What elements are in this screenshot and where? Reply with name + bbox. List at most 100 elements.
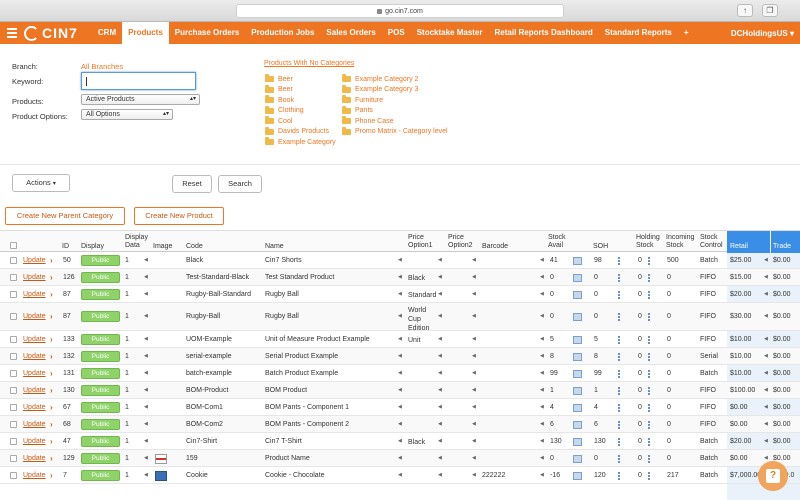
nav-item[interactable]: Production Jobs: [245, 22, 320, 44]
expand-chevron-icon[interactable]: ›: [50, 312, 53, 321]
col-barcode[interactable]: Barcode: [482, 243, 508, 251]
nav-item[interactable]: Stocktake Master: [411, 22, 489, 44]
select-all-checkbox[interactable]: [10, 242, 17, 249]
row-checkbox[interactable]: [10, 370, 17, 377]
stock-detail-icon[interactable]: [573, 257, 582, 265]
nav-item[interactable]: Retail Reports Dashboard: [489, 22, 599, 44]
address-bar[interactable]: go.cin7.com: [236, 4, 564, 18]
update-link[interactable]: Update: [23, 353, 46, 360]
category-link[interactable]: Example Category: [265, 137, 336, 148]
account-menu[interactable]: DCHoldingsUS ▾: [731, 29, 800, 38]
row-checkbox[interactable]: [10, 313, 17, 320]
stock-detail-icon[interactable]: [573, 438, 582, 446]
row-checkbox[interactable]: [10, 291, 17, 298]
col-name[interactable]: Name: [265, 243, 284, 251]
category-link[interactable]: Beer: [265, 74, 336, 85]
holding-list-icon[interactable]: [648, 455, 657, 463]
stock-list-icon[interactable]: [618, 472, 627, 480]
stock-detail-icon[interactable]: [573, 274, 582, 282]
col-trade[interactable]: Trade: [773, 243, 791, 251]
category-link[interactable]: Cool: [265, 116, 336, 127]
nav-item[interactable]: Standard Reports: [599, 22, 678, 44]
update-link[interactable]: Update: [23, 313, 46, 320]
category-link[interactable]: Furniture: [342, 95, 448, 106]
stock-list-icon[interactable]: [618, 421, 627, 429]
tabs-icon[interactable]: ❐: [762, 4, 778, 17]
help-button[interactable]: ?: [758, 461, 788, 491]
col-id[interactable]: ID: [62, 243, 69, 251]
stock-list-icon[interactable]: [618, 313, 627, 321]
stock-detail-icon[interactable]: [573, 472, 582, 480]
category-link[interactable]: Phone Case: [342, 116, 448, 127]
expand-chevron-icon[interactable]: ›: [50, 403, 53, 412]
col-price-option1[interactable]: Price Option1: [408, 234, 438, 250]
hamburger-menu-icon[interactable]: [0, 22, 24, 44]
update-link[interactable]: Update: [23, 472, 46, 479]
stock-detail-icon[interactable]: [573, 455, 582, 463]
col-display-data[interactable]: Display Data: [125, 234, 151, 250]
stock-list-icon[interactable]: [618, 404, 627, 412]
holding-list-icon[interactable]: [648, 387, 657, 395]
share-icon[interactable]: ↑: [737, 4, 753, 17]
stock-detail-icon[interactable]: [573, 353, 582, 361]
stock-list-icon[interactable]: [618, 353, 627, 361]
product-options-select[interactable]: All Options ▴▾: [81, 109, 173, 120]
col-price-option2[interactable]: Price Option2: [448, 234, 478, 250]
stock-list-icon[interactable]: [618, 455, 627, 463]
row-checkbox[interactable]: [10, 438, 17, 445]
stock-list-icon[interactable]: [618, 336, 627, 344]
holding-list-icon[interactable]: [648, 370, 657, 378]
row-checkbox[interactable]: [10, 257, 17, 264]
expand-chevron-icon[interactable]: ›: [50, 454, 53, 463]
stock-list-icon[interactable]: [618, 438, 627, 446]
holding-list-icon[interactable]: [648, 438, 657, 446]
stock-detail-icon[interactable]: [573, 404, 582, 412]
branch-link[interactable]: All Branches: [81, 62, 123, 71]
category-link[interactable]: Book: [265, 95, 336, 106]
row-checkbox[interactable]: [10, 336, 17, 343]
update-link[interactable]: Update: [23, 387, 46, 394]
expand-chevron-icon[interactable]: ›: [50, 437, 53, 446]
col-display[interactable]: Display: [81, 243, 104, 251]
row-checkbox[interactable]: [10, 353, 17, 360]
stock-detail-icon[interactable]: [573, 387, 582, 395]
create-product-button[interactable]: Create New Product: [134, 207, 224, 225]
actions-dropdown[interactable]: Actions ▾: [12, 174, 70, 192]
holding-list-icon[interactable]: [648, 257, 657, 265]
category-link[interactable]: Clothing: [265, 105, 336, 117]
row-checkbox[interactable]: [10, 455, 17, 462]
nav-item[interactable]: POS: [382, 22, 411, 44]
nav-item[interactable]: Products: [122, 22, 169, 44]
stock-list-icon[interactable]: [618, 274, 627, 282]
nav-item[interactable]: Sales Orders: [320, 22, 381, 44]
update-link[interactable]: Update: [23, 291, 46, 298]
holding-list-icon[interactable]: [648, 313, 657, 321]
stock-list-icon[interactable]: [618, 370, 627, 378]
reset-button[interactable]: Reset: [172, 175, 212, 193]
row-checkbox[interactable]: [10, 421, 17, 428]
products-select[interactable]: Active Products ▴▾: [81, 94, 200, 105]
col-holding-stock[interactable]: Holding Stock: [636, 234, 662, 250]
row-checkbox[interactable]: [10, 404, 17, 411]
holding-list-icon[interactable]: [648, 421, 657, 429]
row-checkbox[interactable]: [10, 274, 17, 281]
holding-list-icon[interactable]: [648, 274, 657, 282]
update-link[interactable]: Update: [23, 455, 46, 462]
cin7-logo[interactable]: CIN7: [24, 25, 78, 41]
holding-list-icon[interactable]: [648, 353, 657, 361]
stock-detail-icon[interactable]: [573, 421, 582, 429]
update-link[interactable]: Update: [23, 421, 46, 428]
expand-chevron-icon[interactable]: ›: [50, 290, 53, 299]
update-link[interactable]: Update: [23, 404, 46, 411]
category-link[interactable]: Pants: [342, 105, 448, 117]
expand-chevron-icon[interactable]: ›: [50, 256, 53, 265]
nav-item[interactable]: CRM: [92, 22, 122, 44]
col-image[interactable]: Image: [153, 243, 172, 251]
row-checkbox[interactable]: [10, 472, 17, 479]
row-checkbox[interactable]: [10, 387, 17, 394]
col-retail[interactable]: Retail: [730, 243, 748, 251]
holding-list-icon[interactable]: [648, 472, 657, 480]
stock-list-icon[interactable]: [618, 387, 627, 395]
holding-list-icon[interactable]: [648, 291, 657, 299]
stock-detail-icon[interactable]: [573, 313, 582, 321]
